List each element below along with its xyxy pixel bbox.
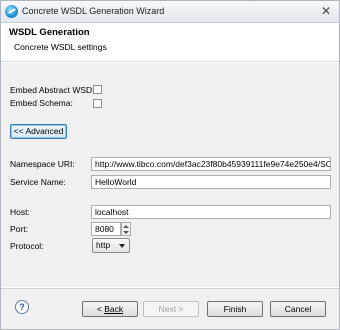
eclipse-app-icon [5, 5, 18, 18]
window-title: Concrete WSDL Generation Wizard [22, 6, 165, 16]
embed-schema-label: Embed Schema: [10, 98, 73, 108]
service-name-field[interactable]: HelloWorld [91, 175, 331, 189]
host-label: Host: [10, 207, 30, 217]
spinner-up-icon[interactable] [123, 225, 129, 228]
spinner-down-icon[interactable] [123, 231, 129, 234]
port-label: Port: [10, 224, 28, 234]
close-icon[interactable]: ✕ [318, 4, 334, 18]
page-title: WSDL Generation [9, 27, 90, 38]
cancel-button[interactable]: Cancel [270, 301, 326, 317]
wizard-footer: ? < Back Next > Finish Cancel [1, 288, 339, 329]
embed-abstract-checkbox[interactable] [93, 85, 102, 94]
namespace-uri-field[interactable]: http://www.tibco.com/def3ac23f80b4593911… [91, 157, 331, 171]
protocol-dropdown[interactable]: http [92, 238, 130, 253]
host-field[interactable]: localhost [91, 205, 331, 219]
page-subtitle: Concrete WSDL settings [14, 42, 107, 52]
help-icon[interactable]: ? [15, 300, 29, 314]
wizard-dialog: Concrete WSDL Generation Wizard ✕ WSDL G… [0, 0, 340, 330]
back-button-label: Back [104, 304, 124, 314]
back-button[interactable]: < Back [82, 301, 138, 317]
embed-schema-checkbox[interactable] [93, 99, 102, 108]
wizard-header: WSDL Generation Concrete WSDL settings [1, 24, 339, 62]
title-bar[interactable]: Concrete WSDL Generation Wizard ✕ [1, 1, 339, 23]
wizard-content: Embed Abstract WSDL: Embed Schema: << Ad… [1, 63, 339, 287]
advanced-toggle-button[interactable]: << Advanced [10, 124, 67, 139]
port-spinner[interactable] [121, 222, 131, 236]
service-name-label: Service Name: [10, 177, 66, 187]
chevron-down-icon [119, 244, 125, 248]
next-button[interactable]: Next > [143, 301, 199, 317]
protocol-selected-value: http [96, 240, 111, 250]
finish-button[interactable]: Finish [207, 301, 263, 317]
namespace-label: Namespace URI: [10, 159, 75, 169]
embed-abstract-label: Embed Abstract WSDL: [10, 85, 100, 95]
protocol-label: Protocol: [10, 241, 44, 251]
port-field[interactable]: 8080 [91, 222, 121, 236]
